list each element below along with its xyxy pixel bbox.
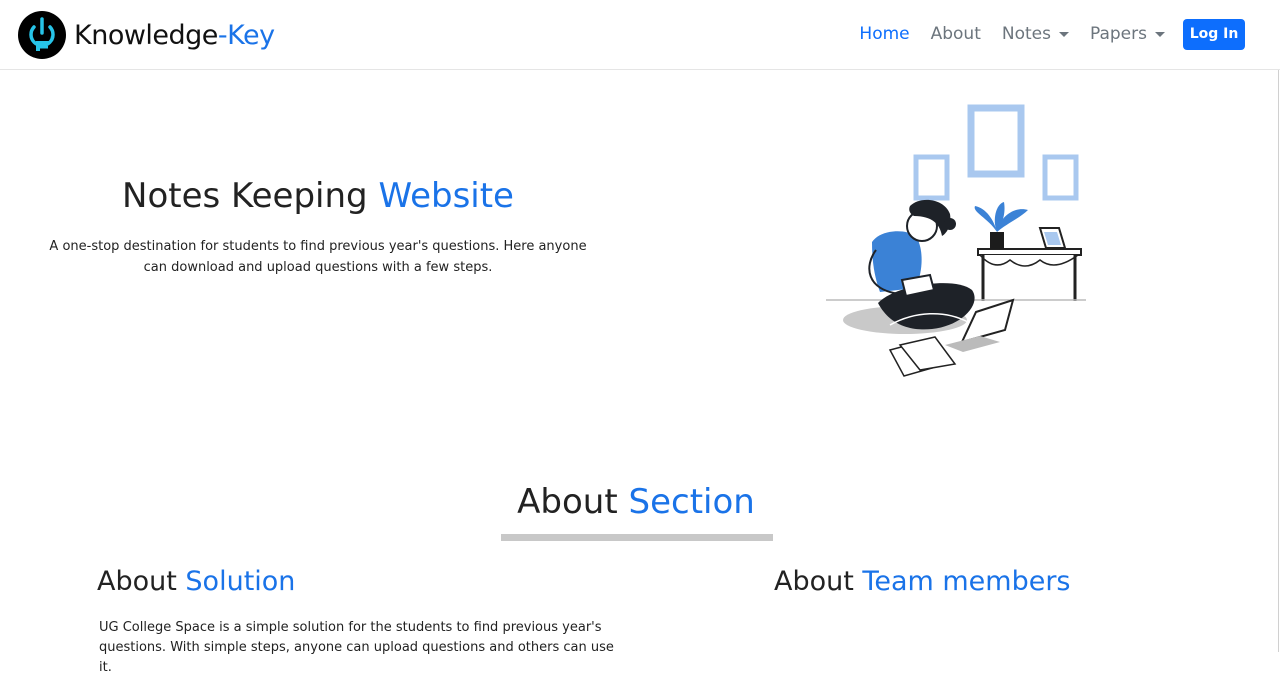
nav-links: Home About Notes Papers Log In [859,18,1245,50]
nav-papers-label: Papers [1089,24,1147,44]
about-team-title-main: About [774,566,854,597]
about-section-title: About Section [0,482,1272,522]
nav-notes-label: Notes [1001,24,1051,44]
power-key-logo-icon: 2 [18,11,66,59]
hero-title: Notes Keeping Website [0,176,636,216]
caret-down-icon [1058,31,1069,37]
about-team-title-accent: Team members [862,566,1071,597]
caret-down-icon [1155,31,1165,37]
about-team-title: About Team members [774,566,1071,597]
svg-text:2: 2 [50,36,54,43]
about-solution-title: About Solution [97,566,295,597]
login-button[interactable]: Log In [1183,18,1245,50]
about-section-title-main: About [517,482,618,522]
brand-name-accent: -Key [217,19,275,51]
nav-home-link[interactable]: Home [859,24,909,44]
nav-about-link[interactable]: About [931,24,981,44]
student-reading-illustration [826,104,1086,377]
hero-description: A one-stop destination for students to f… [49,239,587,275]
nav-papers-dropdown[interactable]: Papers [1090,24,1165,44]
hero-title-accent: Website [378,176,514,216]
about-solution-text: UG College Space is a simple solution fo… [99,620,614,675]
nav-notes-dropdown[interactable]: Notes [1002,24,1069,44]
hero-title-main: Notes Keeping [122,176,368,216]
section-underline [501,534,773,541]
about-solution-title-main: About [97,566,177,597]
brand-name-main: Knowledge [74,19,218,51]
scrollbar-edge [1278,70,1279,652]
about-solution-title-accent: Solution [185,566,296,597]
brand-link[interactable]: 2 Knowledge-Key [18,11,275,59]
about-section-title-accent: Section [628,482,755,522]
brand-name: Knowledge-Key [74,20,275,51]
navbar: 2 Knowledge-Key Home About Notes Papers … [0,0,1280,70]
